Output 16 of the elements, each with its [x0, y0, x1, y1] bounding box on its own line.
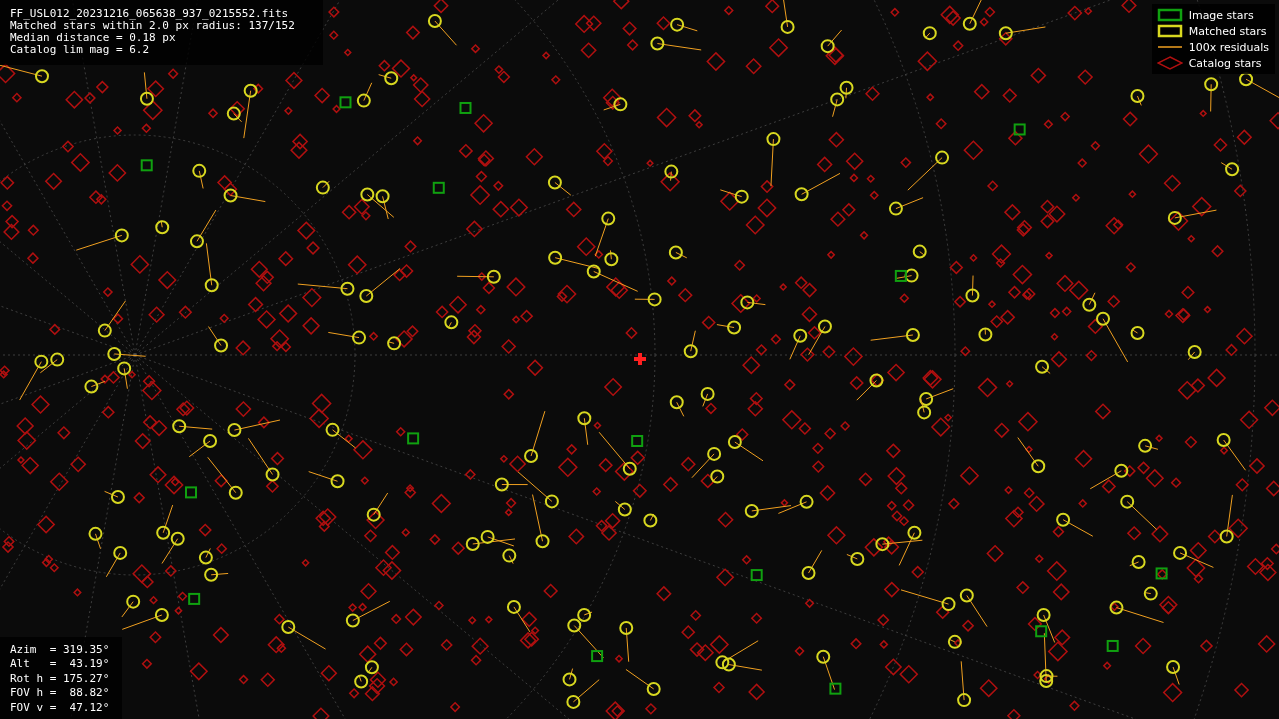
info-text: Matched stars within 2.0 px radius: 137/152	[10, 20, 296, 32]
pointing-text: Azim = 319.35°	[10, 642, 111, 657]
legend-label: Matched stars	[1188, 24, 1267, 38]
pointing-text: Rot h = 175.27°	[10, 671, 111, 686]
legend-label: Image stars	[1188, 8, 1254, 22]
info-text: Catalog lim mag = 6.2	[10, 44, 151, 56]
info-text: FF_USL012_20231216_065638_937_0215552.fits	[10, 8, 290, 20]
info-text: Median distance = 0.18 px	[10, 32, 177, 44]
legend-swatch-icon	[1156, 56, 1183, 70]
pointing-text: FOV h = 88.82°	[10, 686, 111, 701]
legend-swatch-icon	[1156, 24, 1183, 38]
legend-label: Catalog stars	[1188, 56, 1262, 70]
legend-swatch-icon	[1156, 8, 1183, 22]
pointing-text: Alt = 43.19°	[10, 657, 111, 672]
pointing-text: FOV v = 47.12°	[10, 700, 111, 715]
legend-label: 100x residuals	[1188, 40, 1269, 54]
